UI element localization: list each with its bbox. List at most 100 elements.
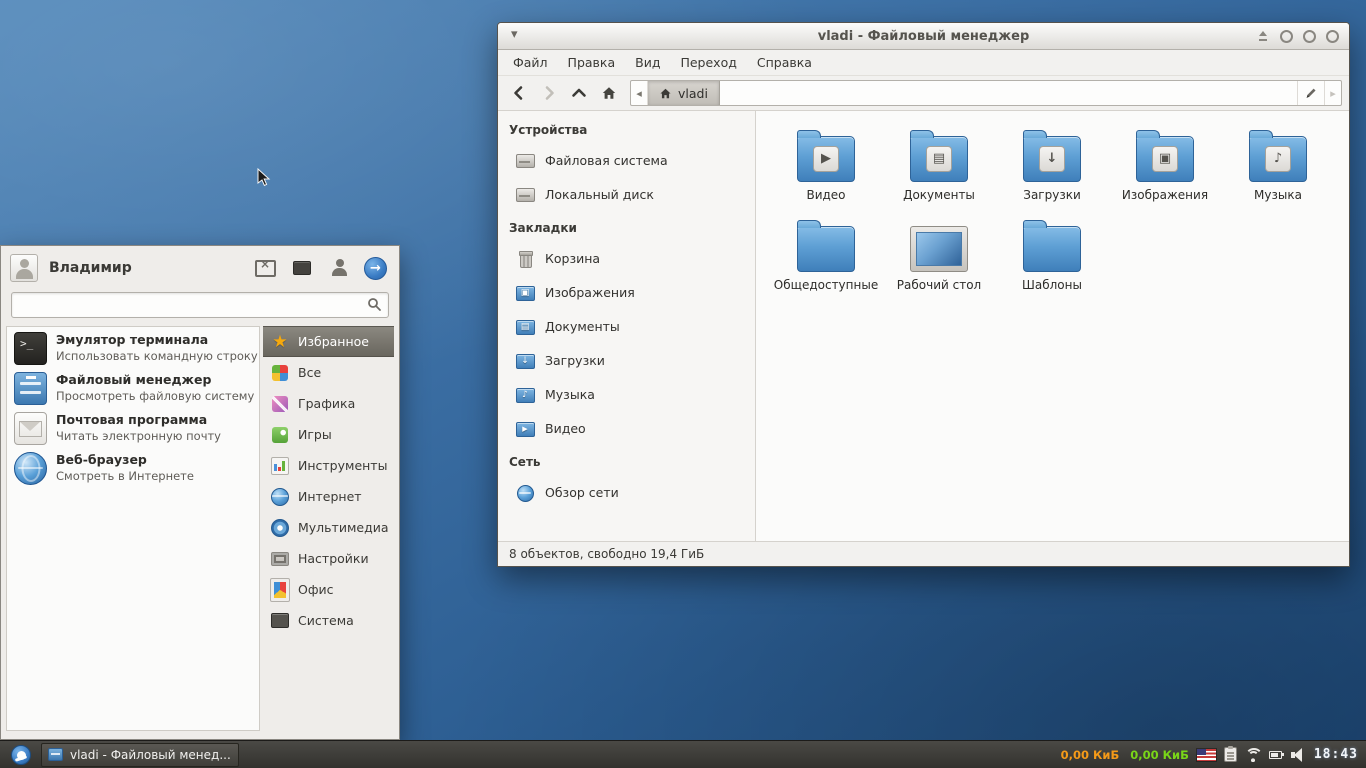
task-label: vladi - Файловый менед... xyxy=(70,748,231,762)
pencil-icon xyxy=(1304,86,1318,100)
display-settings-button[interactable] xyxy=(253,256,277,280)
app-item-terminal[interactable]: Эмулятор терминала Использовать командну… xyxy=(7,328,259,368)
folder-downloads-icon xyxy=(1023,136,1081,182)
file-view[interactable]: Видео Документы Загрузки Изображения Муз… xyxy=(756,111,1349,541)
category-internet[interactable]: Интернет xyxy=(263,481,394,512)
file-manager-icon xyxy=(14,372,47,405)
shade-button[interactable] xyxy=(1257,30,1270,43)
app-title: Веб-браузер xyxy=(56,452,194,468)
breadcrumb-label: vladi xyxy=(678,86,708,101)
clock[interactable]: 18:43 xyxy=(1314,747,1358,762)
app-item-file-manager[interactable]: Файловый менеджер Просмотреть файловую с… xyxy=(7,368,259,408)
clipboard-icon[interactable] xyxy=(1224,747,1237,762)
pathbar-scroll-left-icon[interactable] xyxy=(631,81,648,105)
forward-icon[interactable] xyxy=(535,80,563,106)
sidebar-item-downloads[interactable]: Загрузки xyxy=(498,343,755,377)
drive-icon xyxy=(515,150,535,170)
file-item-templates[interactable]: Шаблоны xyxy=(1004,219,1100,293)
file-item-images[interactable]: Изображения xyxy=(1117,129,1213,203)
sidebar-item-network-browse[interactable]: Обзор сети xyxy=(498,475,755,509)
system-icon xyxy=(270,611,290,631)
file-item-video[interactable]: Видео xyxy=(778,129,874,203)
network-monitor: 0,00 КиБ 0,00 КиБ xyxy=(1061,748,1189,762)
sidebar-item-trash[interactable]: Корзина xyxy=(498,241,755,275)
close-button[interactable] xyxy=(1326,30,1339,43)
sidebar-item-local-disk[interactable]: Локальный диск xyxy=(498,177,755,211)
window-menu-icon[interactable] xyxy=(508,27,526,45)
menu-edit[interactable]: Правка xyxy=(559,52,625,73)
sidebar-item-documents[interactable]: Документы xyxy=(498,309,755,343)
maximize-button[interactable] xyxy=(1303,30,1316,43)
whisker-menu-button[interactable] xyxy=(5,743,37,767)
mail-icon xyxy=(14,412,47,445)
app-subtitle: Читать электронную почту xyxy=(56,429,221,444)
edit-path-button[interactable] xyxy=(1297,81,1324,105)
lock-screen-button[interactable] xyxy=(290,256,314,280)
file-item-public[interactable]: Общедоступные xyxy=(778,219,874,293)
task-button-file-manager[interactable]: vladi - Файловый менед... xyxy=(41,743,239,767)
user-settings-button[interactable] xyxy=(327,256,351,280)
tools-icon xyxy=(270,456,290,476)
sidebar-item-filesystem[interactable]: Файловая система xyxy=(498,143,755,177)
sidebar-item-video[interactable]: Видео xyxy=(498,411,755,445)
sidebar-item-music[interactable]: Музыка xyxy=(498,377,755,411)
category-system[interactable]: Система xyxy=(263,605,394,636)
sidebar-section-bookmarks: Закладки xyxy=(498,211,755,241)
up-icon[interactable] xyxy=(565,80,593,106)
category-label: Графика xyxy=(298,396,355,411)
file-item-desktop[interactable]: Рабочий стол xyxy=(891,219,987,293)
file-item-documents[interactable]: Документы xyxy=(891,129,987,203)
app-subtitle: Использовать командную строку xyxy=(56,349,252,364)
folder-video-icon xyxy=(515,418,535,438)
menu-file[interactable]: Файл xyxy=(504,52,557,73)
keyboard-layout-flag-icon[interactable] xyxy=(1197,749,1216,761)
avatar xyxy=(10,254,38,282)
wireless-icon[interactable] xyxy=(1245,748,1261,762)
star-icon xyxy=(270,332,290,352)
sidebar-section-network: Сеть xyxy=(498,445,755,475)
back-icon[interactable] xyxy=(505,80,533,106)
breadcrumb-home[interactable]: vladi xyxy=(648,81,720,105)
menu-go[interactable]: Переход xyxy=(671,52,745,73)
category-multimedia[interactable]: Мультимедиа xyxy=(263,512,394,543)
menu-help[interactable]: Справка xyxy=(748,52,821,73)
category-games[interactable]: Игры xyxy=(263,419,394,450)
battery-icon[interactable] xyxy=(1269,751,1282,759)
multimedia-icon xyxy=(270,518,290,538)
trash-icon xyxy=(515,248,535,268)
category-favorites[interactable]: Избранное xyxy=(263,326,394,357)
file-label: Общедоступные xyxy=(774,279,878,293)
app-item-mail[interactable]: Почтовая программа Читать электронную по… xyxy=(7,408,259,448)
category-office[interactable]: Офис xyxy=(263,574,394,605)
menubar: Файл Правка Вид Переход Справка xyxy=(498,50,1349,76)
logout-button[interactable] xyxy=(364,257,387,280)
status-text: 8 объектов, свободно 19,4 ГиБ xyxy=(509,547,704,561)
sidebar-item-label: Видео xyxy=(545,421,586,436)
minimize-button[interactable] xyxy=(1280,30,1293,43)
search-input[interactable] xyxy=(11,292,389,318)
category-all[interactable]: Все xyxy=(263,357,394,388)
pathbar-scroll-right-icon[interactable] xyxy=(1324,81,1341,105)
category-accessories[interactable]: Инструменты xyxy=(263,450,394,481)
file-label: Музыка xyxy=(1254,189,1302,203)
category-settings[interactable]: Настройки xyxy=(263,543,394,574)
search-box xyxy=(11,292,389,318)
sidebar-item-label: Загрузки xyxy=(545,353,605,368)
folder-images-icon xyxy=(1136,136,1194,182)
file-item-music[interactable]: Музыка xyxy=(1230,129,1326,203)
menu-view[interactable]: Вид xyxy=(626,52,669,73)
folder-images-icon xyxy=(515,282,535,302)
category-label: Система xyxy=(298,613,354,628)
volume-icon[interactable] xyxy=(1290,748,1306,762)
sidebar-item-images[interactable]: Изображения xyxy=(498,275,755,309)
app-item-browser[interactable]: Веб-браузер Смотреть в Интернете xyxy=(7,448,259,488)
network-icon xyxy=(515,482,535,502)
sidebar-section-devices: Устройства xyxy=(498,113,755,143)
file-item-downloads[interactable]: Загрузки xyxy=(1004,129,1100,203)
file-label: Видео xyxy=(806,189,845,203)
window-titlebar[interactable]: vladi - Файловый менеджер xyxy=(498,23,1349,50)
category-graphics[interactable]: Графика xyxy=(263,388,394,419)
home-icon[interactable] xyxy=(595,80,623,106)
category-label: Инструменты xyxy=(298,458,387,473)
toolbar: vladi xyxy=(498,76,1349,111)
